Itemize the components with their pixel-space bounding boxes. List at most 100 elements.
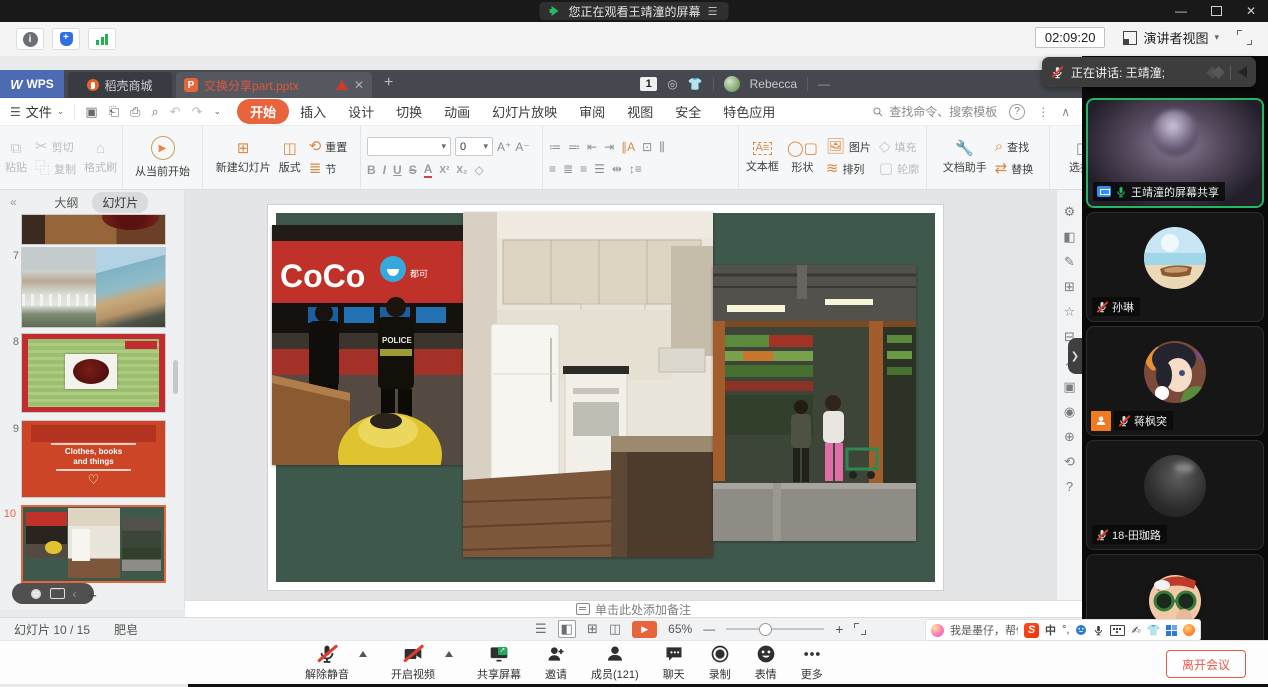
menu-insert[interactable]: 插入 (289, 99, 337, 124)
text-box-style-icon[interactable]: ⊡ (642, 140, 652, 154)
collapse-panel-icon[interactable]: « (10, 195, 17, 209)
layout-button[interactable]: ◫ 版式 (279, 141, 301, 175)
slideshow-play-button[interactable]: ▶ (632, 621, 657, 638)
save-icon[interactable]: ▣ (85, 104, 97, 120)
numbered-list-icon[interactable]: ≕ (568, 140, 580, 154)
superscript-button[interactable]: X² (439, 165, 449, 176)
target-icon[interactable]: ⊕ (1064, 429, 1075, 445)
participant-tile[interactable]: 孙琳 (1086, 212, 1264, 322)
video-options-arrow[interactable] (445, 651, 453, 657)
user-avatar[interactable] (724, 76, 740, 92)
distribute-icon[interactable]: ⇹ (612, 162, 622, 176)
reactions-button[interactable]: 表情 (755, 644, 777, 682)
banner-menu-icon[interactable]: ☰ (708, 5, 719, 18)
fullscreen-icon[interactable] (1237, 30, 1252, 45)
toolbox-icon[interactable] (1166, 625, 1177, 636)
align-right-icon[interactable]: ≡ (580, 162, 587, 176)
help-pane-icon[interactable]: ? (1066, 479, 1073, 494)
star-icon[interactable]: ☆ (1064, 304, 1076, 320)
collapse-pill-icon[interactable]: ‹ (73, 587, 77, 601)
font-family-select[interactable]: ▾ (367, 137, 451, 156)
redo-icon[interactable]: ↷ (192, 104, 203, 120)
tab-outline[interactable]: 大纲 (54, 194, 78, 211)
clear-format-icon[interactable]: ◇ (475, 163, 484, 177)
doc-count-badge[interactable]: 1 (640, 77, 657, 91)
slide-thumbnail-7[interactable] (21, 247, 166, 328)
chevron-down-icon[interactable]: ⌄ (214, 106, 222, 117)
preview-icon[interactable]: ⌕ (151, 104, 158, 120)
tab-document[interactable]: P 交换分享part.pptx ✕ (176, 72, 372, 98)
slide-thumbnail-10[interactable] (21, 505, 166, 583)
tab-wps-home[interactable]: W WPS (0, 70, 64, 98)
bold-button[interactable]: B (367, 163, 376, 177)
font-color-button[interactable]: A (424, 162, 433, 178)
subscript-button[interactable]: X₂ (456, 165, 467, 176)
coco-shop-photo[interactable]: CoCo 都可 POLICE (272, 225, 465, 465)
replace-button[interactable]: ⇄替换 (995, 161, 1034, 177)
indent-icon[interactable]: ⇥ (604, 140, 614, 154)
grid-icon[interactable]: ⊞ (1064, 279, 1075, 295)
reading-view-icon[interactable]: ◫ (609, 621, 621, 637)
undo-icon[interactable]: ↶ (170, 104, 181, 120)
zoom-out-icon[interactable]: — (703, 622, 715, 636)
justify-icon[interactable]: ☰ (594, 162, 605, 176)
notes-bar[interactable]: 单击此处添加备注 (185, 600, 1082, 617)
underline-button[interactable]: U (393, 163, 402, 177)
theme-name[interactable]: 肥皂 (114, 621, 138, 638)
participant-tile[interactable]: 18-田珈路 (1086, 440, 1264, 550)
increase-font-icon[interactable]: A⁺ (497, 141, 511, 153)
outdent-icon[interactable]: ⇤ (587, 140, 597, 154)
find-button[interactable]: ⌕查找 (995, 139, 1034, 155)
reset-button[interactable]: ⟲重置 (309, 139, 348, 155)
start-video-button[interactable]: 开启视频 (391, 644, 435, 682)
bullet-list-icon[interactable]: ≔ (549, 140, 561, 154)
minimize-button[interactable]: — (1175, 4, 1187, 18)
strikethrough-button[interactable]: S (409, 163, 417, 177)
properties-icon[interactable]: ⚙ (1064, 204, 1076, 220)
keyboard-icon[interactable] (1110, 625, 1125, 636)
members-button[interactable]: 成员(121) (591, 644, 639, 682)
notes-toggle-icon[interactable]: ☰ (535, 621, 547, 637)
help-icon[interactable]: ? (1009, 104, 1025, 120)
layers-icon[interactable]: ◧ (1063, 229, 1075, 245)
history-icon[interactable]: ⟲ (1064, 454, 1075, 470)
slide-sorter-icon[interactable]: ⊞ (587, 621, 598, 637)
handwriting-icon[interactable]: ✍ (1131, 624, 1140, 637)
leave-meeting-button[interactable]: 离开会议 (1166, 650, 1246, 678)
record-button[interactable]: 录制 (709, 644, 731, 682)
tab-template-store[interactable]: 稻壳商城 (68, 72, 172, 98)
zoom-slider-knob[interactable] (759, 623, 772, 636)
tab-close-icon[interactable]: ✕ (354, 78, 364, 92)
fill-button[interactable]: ◇填充 (879, 139, 919, 155)
slide-thumbnail-9[interactable]: Clothes, books and things ♡ (21, 420, 166, 498)
view-mode-select[interactable]: 演讲者视图 ▾ (1123, 28, 1219, 47)
slide-thumbnail-8[interactable] (21, 333, 166, 413)
image-pane-icon[interactable]: ▣ (1063, 379, 1075, 395)
menu-review[interactable]: 审阅 (568, 99, 616, 124)
zoom-slider[interactable] (726, 628, 824, 630)
format-painter-button[interactable]: ⌂ 格式刷 (84, 141, 117, 175)
mic-options-arrow[interactable] (359, 651, 367, 657)
command-search[interactable]: 查找命令、搜索模板 (872, 103, 997, 120)
zoom-level[interactable]: 65% (668, 622, 692, 636)
font-size-select[interactable]: 0▾ (455, 137, 493, 156)
wps-minimize-button[interactable]: — (818, 77, 842, 91)
menu-home[interactable]: 开始 (237, 99, 289, 124)
hotspot-icon[interactable] (1183, 624, 1195, 636)
ime-punct[interactable]: °, (1062, 624, 1069, 636)
share-screen-button[interactable]: ➚ 共享屏幕 (477, 644, 521, 682)
panel-collapse-handle[interactable]: ❯ (1068, 338, 1082, 374)
user-name[interactable]: Rebecca (750, 77, 797, 91)
invite-button[interactable]: 邀请 (545, 644, 567, 682)
text-direction-icon[interactable]: ∥A (621, 140, 635, 154)
menu-slideshow[interactable]: 幻灯片放映 (481, 99, 568, 124)
menu-animation[interactable]: 动画 (433, 99, 481, 124)
paste-button[interactable]: ⧉ 粘贴 (5, 141, 27, 175)
unmute-button[interactable]: 解除静音 (305, 644, 349, 682)
info-button[interactable]: i (16, 28, 44, 50)
edit-icon[interactable]: ✎ (1064, 254, 1075, 270)
file-menu[interactable]: ☰ 文件 ⌄ (0, 102, 74, 121)
normal-view-icon[interactable]: ◧ (558, 620, 576, 638)
sogou-icon[interactable]: S (1024, 623, 1039, 638)
close-button[interactable]: ✕ (1246, 4, 1256, 18)
